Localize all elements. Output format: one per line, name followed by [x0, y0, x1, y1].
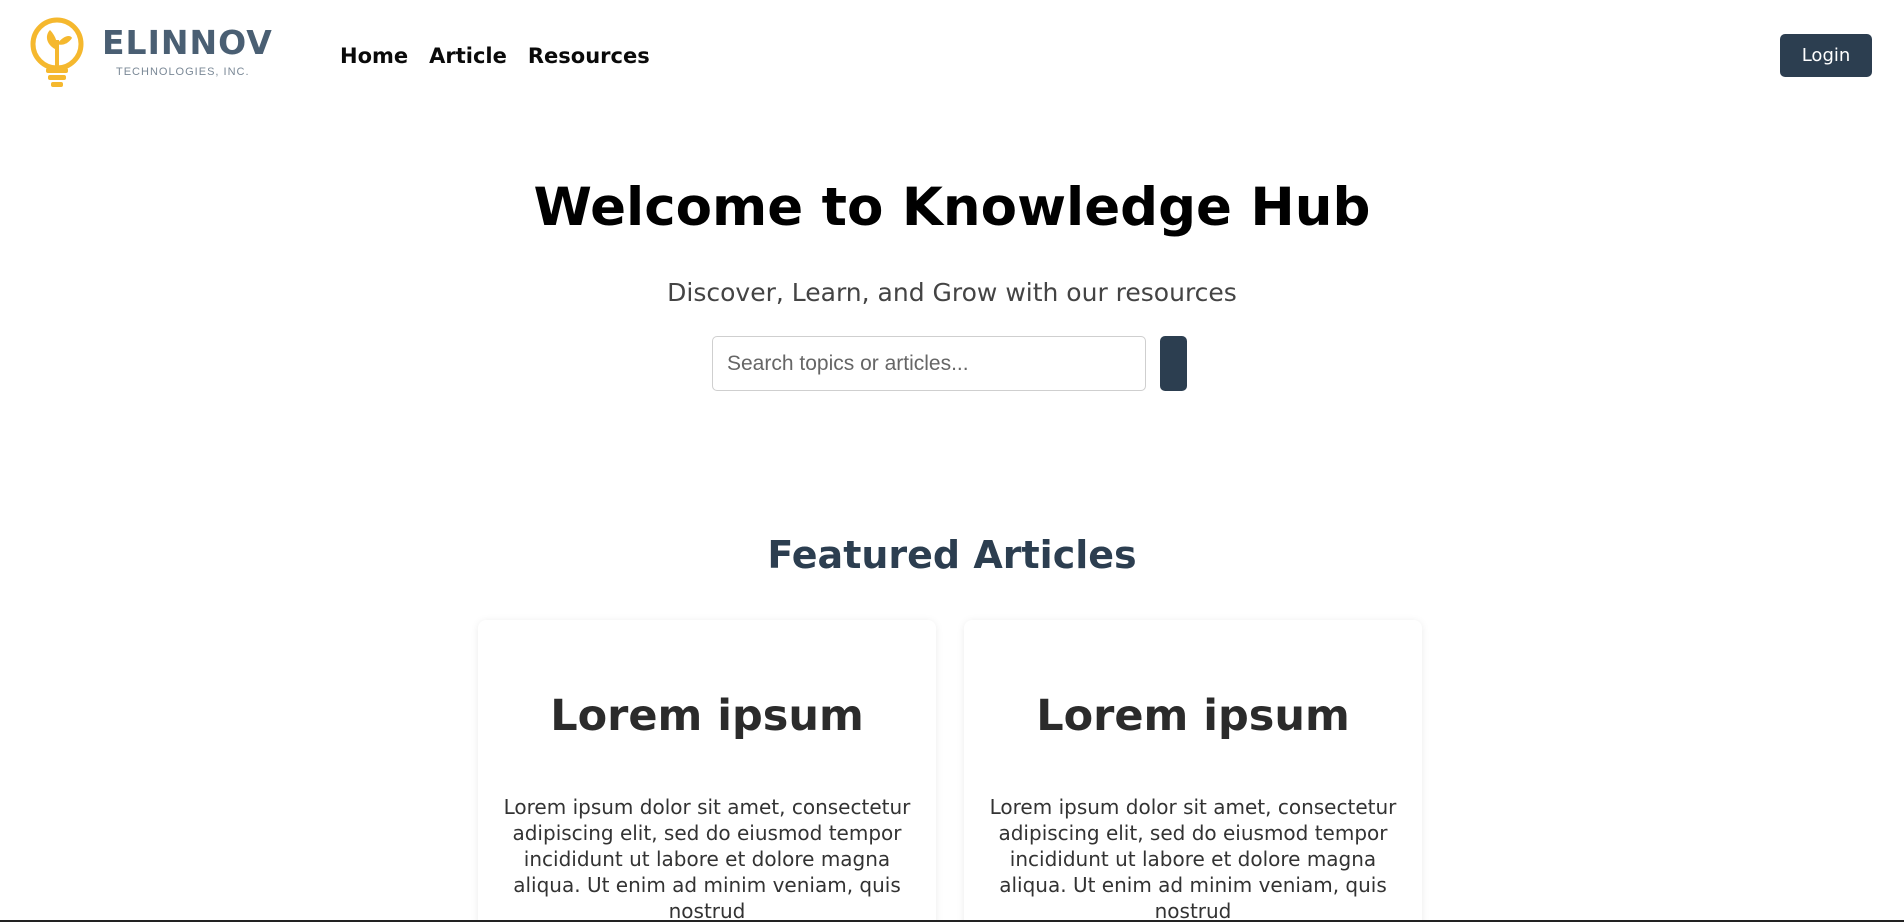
login-button[interactable]: Login: [1780, 34, 1872, 77]
article-card[interactable]: Lorem ipsum Lorem ipsum dolor sit amet, …: [964, 620, 1422, 922]
article-card[interactable]: Lorem ipsum Lorem ipsum dolor sit amet, …: [478, 620, 936, 922]
brand-logo[interactable]: ELINNOV TECHNOLOGIES, INC.: [30, 16, 273, 92]
article-card-title: Lorem ipsum: [550, 691, 864, 741]
article-card-excerpt: Lorem ipsum dolor sit amet, consectetur …: [989, 795, 1397, 922]
site-header: ELINNOV TECHNOLOGIES, INC. Home Article …: [0, 0, 1904, 112]
nav-item-resources[interactable]: Resources: [528, 42, 650, 70]
main-nav: Home Article Resources: [340, 42, 650, 70]
brand-name: ELINNOV: [102, 23, 273, 62]
article-card-excerpt: Lorem ipsum dolor sit amet, consectetur …: [503, 795, 911, 922]
featured-articles-heading: Featured Articles: [767, 533, 1137, 577]
nav-item-article[interactable]: Article: [429, 42, 507, 70]
nav-item-home[interactable]: Home: [340, 42, 408, 70]
lightbulb-plant-icon: [30, 17, 84, 87]
brand-subtitle: TECHNOLOGIES, INC.: [116, 66, 250, 78]
hero-title: Welcome to Knowledge Hub: [533, 177, 1371, 238]
hero-subtitle: Discover, Learn, and Grow with our resou…: [667, 278, 1237, 307]
search-input[interactable]: [712, 336, 1146, 391]
search-button[interactable]: [1160, 336, 1187, 391]
article-card-title: Lorem ipsum: [1036, 691, 1350, 741]
